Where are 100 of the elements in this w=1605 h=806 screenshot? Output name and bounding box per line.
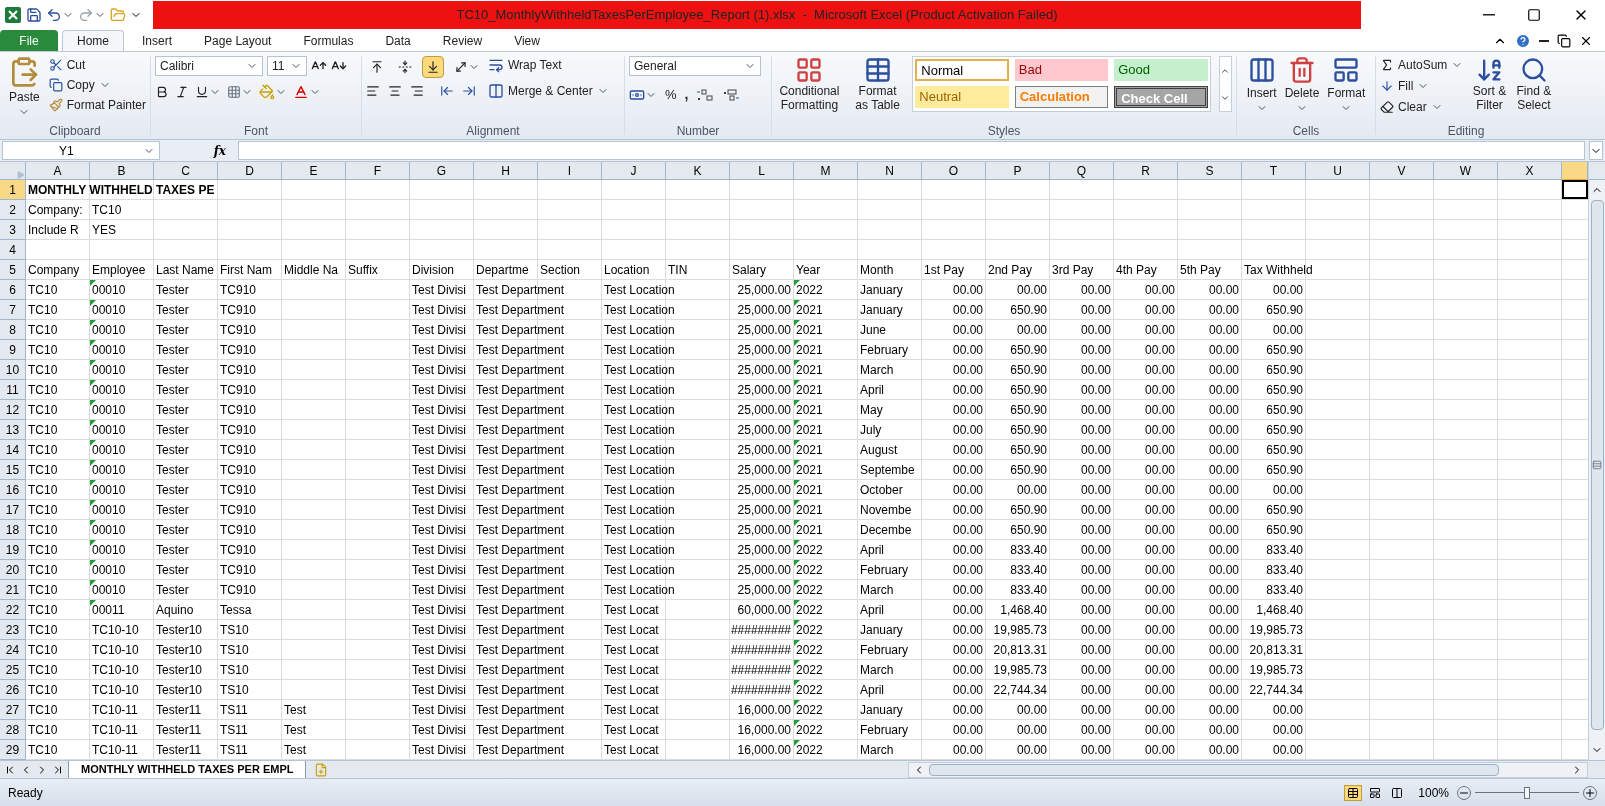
comma-button[interactable]: , <box>684 84 689 105</box>
save-button[interactable] <box>26 7 42 23</box>
autosum-button[interactable]: AutoSum <box>1380 56 1464 74</box>
row-header[interactable]: 26 <box>0 680 26 700</box>
column-header[interactable]: N <box>858 162 922 180</box>
column-header[interactable]: E <box>282 162 346 180</box>
name-box[interactable]: Y1 <box>2 141 160 160</box>
column-header[interactable]: M <box>794 162 858 180</box>
column-header[interactable]: L <box>730 162 794 180</box>
minimize-button[interactable] <box>1483 14 1495 16</box>
format-as-table-button[interactable]: Format as Table <box>850 56 905 112</box>
ribbon-tab[interactable]: Insert <box>128 30 187 51</box>
increase-decimal-button[interactable] <box>696 87 715 102</box>
find-select-button[interactable]: Find & Select <box>1515 56 1552 116</box>
vertical-align-button[interactable] <box>422 56 444 78</box>
row-header[interactable]: 23 <box>0 620 26 640</box>
insert-cells-button[interactable]: Insert <box>1246 56 1277 114</box>
row-header[interactable]: 27 <box>0 700 26 720</box>
column-header[interactable]: K <box>666 162 730 180</box>
ribbon-tab[interactable]: Page Layout <box>190 30 286 51</box>
paste-button[interactable]: Paste <box>4 56 45 118</box>
cut-button[interactable]: Cut <box>48 56 146 74</box>
bold-button[interactable] <box>155 85 169 99</box>
active-cell[interactable] <box>1562 180 1588 199</box>
cell-style-option[interactable]: Normal <box>915 59 1009 81</box>
horizontal-scrollbar[interactable] <box>908 761 1588 778</box>
column-header[interactable]: R <box>1114 162 1178 180</box>
increase-indent-button[interactable] <box>462 84 476 98</box>
column-header[interactable]: A <box>26 162 90 180</box>
cell-style-option[interactable]: Neutral <box>915 86 1009 108</box>
format-painter-button[interactable]: Format Painter <box>48 96 146 114</box>
wrap-text-button[interactable]: Wrap Text <box>488 56 609 74</box>
clear-button[interactable]: Clear <box>1380 98 1464 116</box>
ribbon-tab[interactable]: Data <box>371 30 425 51</box>
column-header[interactable]: I <box>538 162 602 180</box>
sheet-tab[interactable]: MONTHLY WITHHELD TAXES PER EMPL <box>68 760 307 779</box>
column-header[interactable]: F <box>346 162 410 180</box>
formula-input[interactable] <box>238 141 1585 160</box>
decrease-indent-button[interactable] <box>440 84 454 98</box>
row-header[interactable]: 5 <box>0 260 26 280</box>
italic-button[interactable] <box>175 85 189 99</box>
row-header[interactable]: 11 <box>0 380 26 400</box>
scroll-thumb[interactable] <box>929 763 1500 776</box>
column-header[interactable]: U <box>1306 162 1370 180</box>
slider-thumb[interactable] <box>1524 786 1530 799</box>
row-header[interactable]: 17 <box>0 500 26 520</box>
row-header[interactable]: 20 <box>0 560 26 580</box>
row-header[interactable]: 16 <box>0 480 26 500</box>
ribbon-tab[interactable]: Home <box>62 30 124 51</box>
row-header[interactable]: 7 <box>0 300 26 320</box>
row-header[interactable]: 22 <box>0 600 26 620</box>
cell-style-option[interactable]: Good <box>1114 59 1208 81</box>
column-header[interactable]: W <box>1434 162 1498 180</box>
align-right-button[interactable] <box>410 84 424 98</box>
sort-filter-button[interactable]: Sort & Filter <box>1471 56 1508 116</box>
row-header[interactable]: 4 <box>0 240 26 260</box>
font-color-button[interactable] <box>293 84 321 100</box>
orientation-button[interactable] <box>454 60 480 74</box>
percent-button[interactable]: % <box>665 84 677 105</box>
row-header[interactable]: 24 <box>0 640 26 660</box>
insert-function-button[interactable]: fx <box>213 141 226 160</box>
row-header[interactable]: 9 <box>0 340 26 360</box>
delete-cells-button[interactable]: Delete <box>1284 56 1320 114</box>
conditional-formatting-button[interactable]: Conditional Formatting <box>776 56 843 112</box>
restore-workbook-button[interactable] <box>1557 33 1571 48</box>
align-center-button[interactable] <box>388 84 402 98</box>
row-header[interactable]: 21 <box>0 580 26 600</box>
undo-button[interactable] <box>46 7 74 23</box>
decrease-decimal-button[interactable] <box>722 87 741 102</box>
row-header[interactable]: 19 <box>0 540 26 560</box>
column-header[interactable]: O <box>922 162 986 180</box>
vertical-scrollbar[interactable] <box>1588 162 1605 760</box>
column-header[interactable]: V <box>1370 162 1434 180</box>
row-header[interactable]: 12 <box>0 400 26 420</box>
row-header[interactable]: 10 <box>0 360 26 380</box>
column-header[interactable]: S <box>1178 162 1242 180</box>
column-header[interactable]: Q <box>1050 162 1114 180</box>
maximize-button[interactable] <box>1527 8 1541 22</box>
underline-button[interactable] <box>195 85 221 99</box>
row-header[interactable]: 15 <box>0 460 26 480</box>
merge-center-button[interactable]: Merge & Center <box>488 82 609 100</box>
file-tab[interactable]: File <box>0 30 58 51</box>
row-header[interactable]: 18 <box>0 520 26 540</box>
column-header[interactable]: H <box>474 162 538 180</box>
column-header[interactable]: G <box>410 162 474 180</box>
align-left-button[interactable] <box>366 84 380 98</box>
column-header[interactable]: T <box>1242 162 1306 180</box>
ribbon-tab[interactable]: Review <box>428 30 497 51</box>
row-header[interactable]: 28 <box>0 720 26 740</box>
column-header[interactable]: X <box>1498 162 1562 180</box>
cell-style-option[interactable]: Bad <box>1014 59 1109 81</box>
column-header[interactable]: B <box>90 162 154 180</box>
borders-button[interactable] <box>227 85 253 99</box>
row-header[interactable]: 1 <box>0 180 26 200</box>
first-sheet-button[interactable] <box>4 763 16 776</box>
copy-button[interactable]: Copy <box>48 76 146 94</box>
row-header[interactable]: 8 <box>0 320 26 340</box>
ribbon-tab[interactable]: View <box>500 30 554 51</box>
column-header[interactable]: J <box>602 162 666 180</box>
row-header[interactable]: 14 <box>0 440 26 460</box>
